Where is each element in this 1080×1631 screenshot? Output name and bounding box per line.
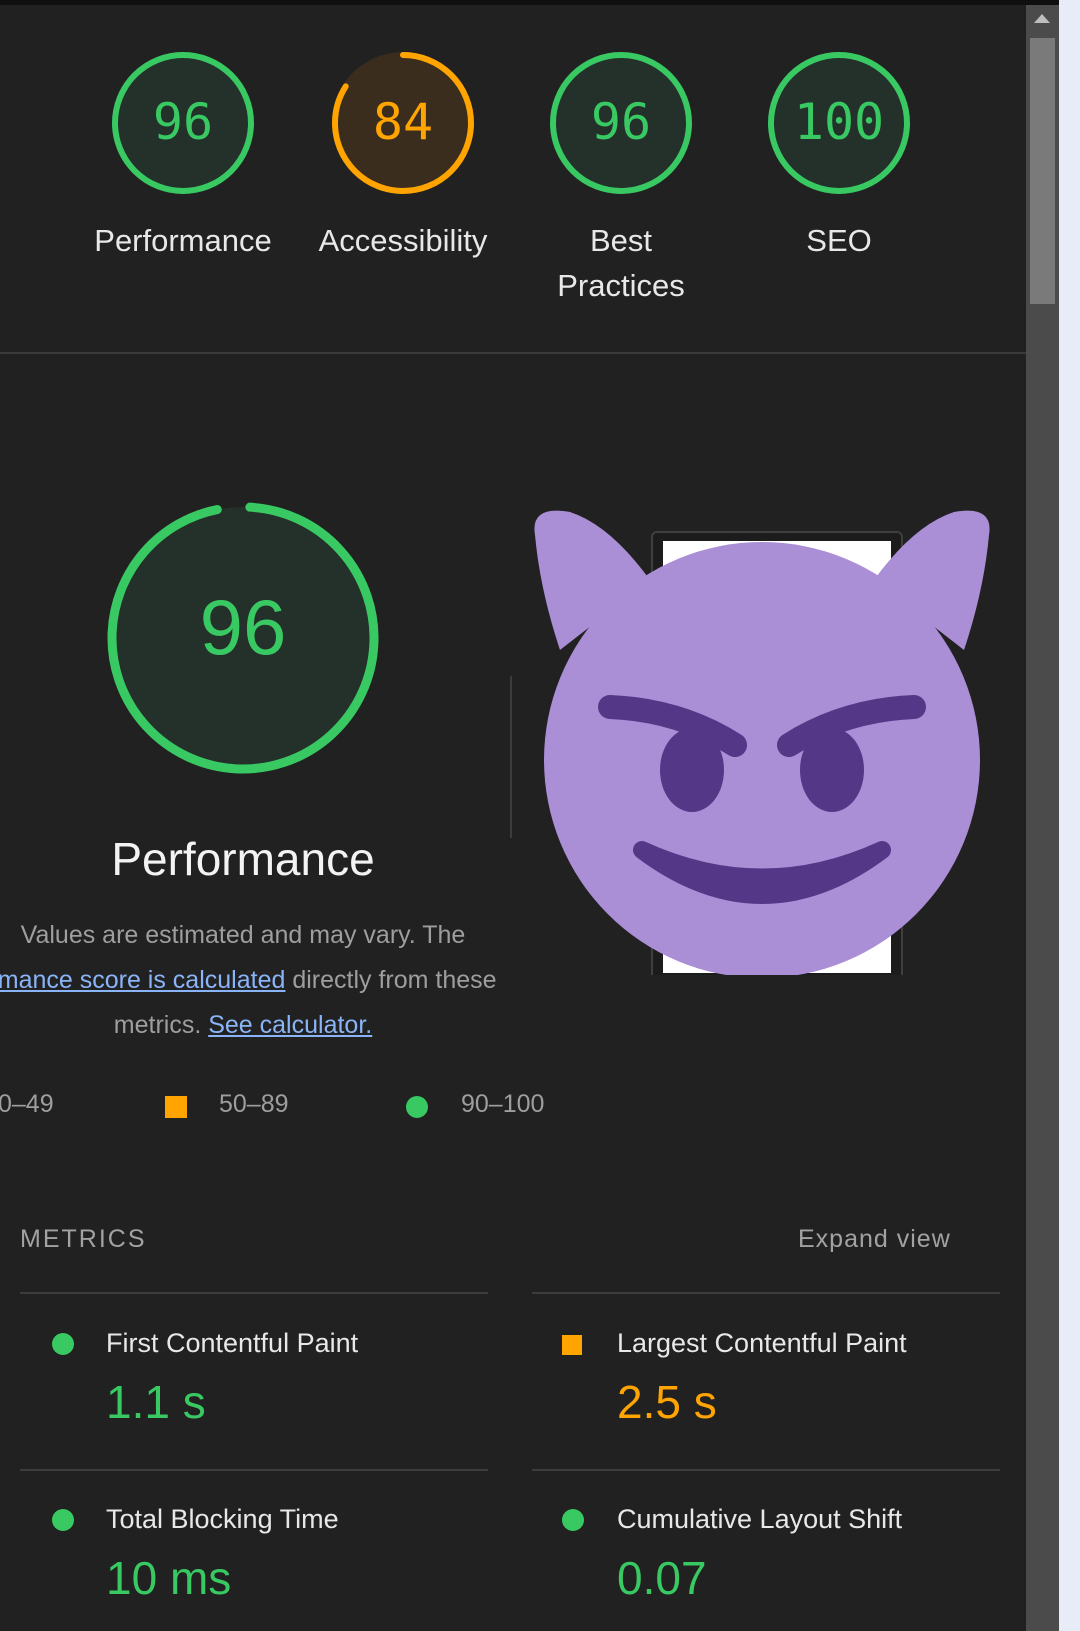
gauge-label-seo: SEO (806, 223, 872, 258)
expand-view-button[interactable]: Expand view (798, 1225, 951, 1254)
section-divider (0, 352, 1026, 354)
metric-label: Largest Contentful Paint (617, 1328, 907, 1358)
pass-circle-icon (562, 1509, 584, 1531)
smiling-devil-emoji-icon (534, 510, 990, 976)
legend-average: 50–89 (219, 1090, 289, 1118)
average-square-icon (562, 1335, 582, 1355)
pass-circle-icon (52, 1333, 74, 1355)
scroll-up-arrow-icon[interactable] (1034, 14, 1050, 23)
gauge-score: 84 (372, 93, 434, 151)
performance-title: Performance (111, 833, 375, 885)
legend-fail: 0–49 (0, 1090, 54, 1118)
performance-gauge-large: 96 (105, 500, 381, 776)
metric-label: Cumulative Layout Shift (617, 1504, 903, 1534)
metric-label: Total Blocking Time (106, 1504, 339, 1534)
description-line: metrics. See calculator. (113, 1011, 373, 1039)
gauge-score: 96 (590, 93, 652, 151)
gauge-label-performance: Performance (94, 223, 272, 258)
legend-pass: 90–100 (461, 1090, 545, 1118)
score-calculated-link[interactable]: rmance score is calculated (0, 966, 285, 994)
metrics-divider (20, 1469, 488, 1471)
metric-label: First Contentful Paint (106, 1328, 359, 1358)
metric-value: 0.07 (617, 1552, 707, 1604)
metrics-header: METRICS (20, 1225, 147, 1253)
gauge-accessibility[interactable]: 84 (330, 50, 476, 196)
gauge-performance[interactable]: 96 (110, 50, 256, 196)
description-line: Values are estimated and may vary. The (20, 921, 466, 949)
metrics-divider (532, 1469, 1000, 1471)
metric-value: 10 ms (106, 1552, 232, 1604)
window-edge (1059, 0, 1080, 1631)
gauge-score: 100 (793, 93, 885, 151)
emoji-cutoff (520, 975, 1000, 1015)
performance-description: Values are estimated and may vary. The r… (0, 913, 556, 1048)
gauge-label-accessibility: Accessibility (318, 223, 488, 258)
top-border (0, 0, 1059, 5)
performance-score: 96 (199, 583, 287, 671)
gauge-seo[interactable]: 100 (766, 50, 912, 196)
legend-average-square-icon (165, 1096, 187, 1118)
gauge-label-best-practices: Best Practices (557, 223, 685, 303)
gauge-score: 96 (152, 93, 214, 151)
description-line: rmance score is calculated directly from… (0, 958, 556, 1003)
metric-value: 1.1 s (106, 1376, 206, 1428)
see-calculator-link[interactable]: See calculator. (208, 1011, 372, 1039)
scrollbar-thumb[interactable] (1030, 38, 1055, 304)
metric-value: 2.5 s (617, 1376, 717, 1428)
vertical-divider (510, 676, 512, 838)
pass-circle-icon (52, 1509, 74, 1531)
gauge-best-practices[interactable]: 96 (548, 50, 694, 196)
metrics-divider (20, 1292, 488, 1294)
legend-pass-circle-icon (406, 1096, 428, 1118)
metrics-divider (532, 1292, 1000, 1294)
